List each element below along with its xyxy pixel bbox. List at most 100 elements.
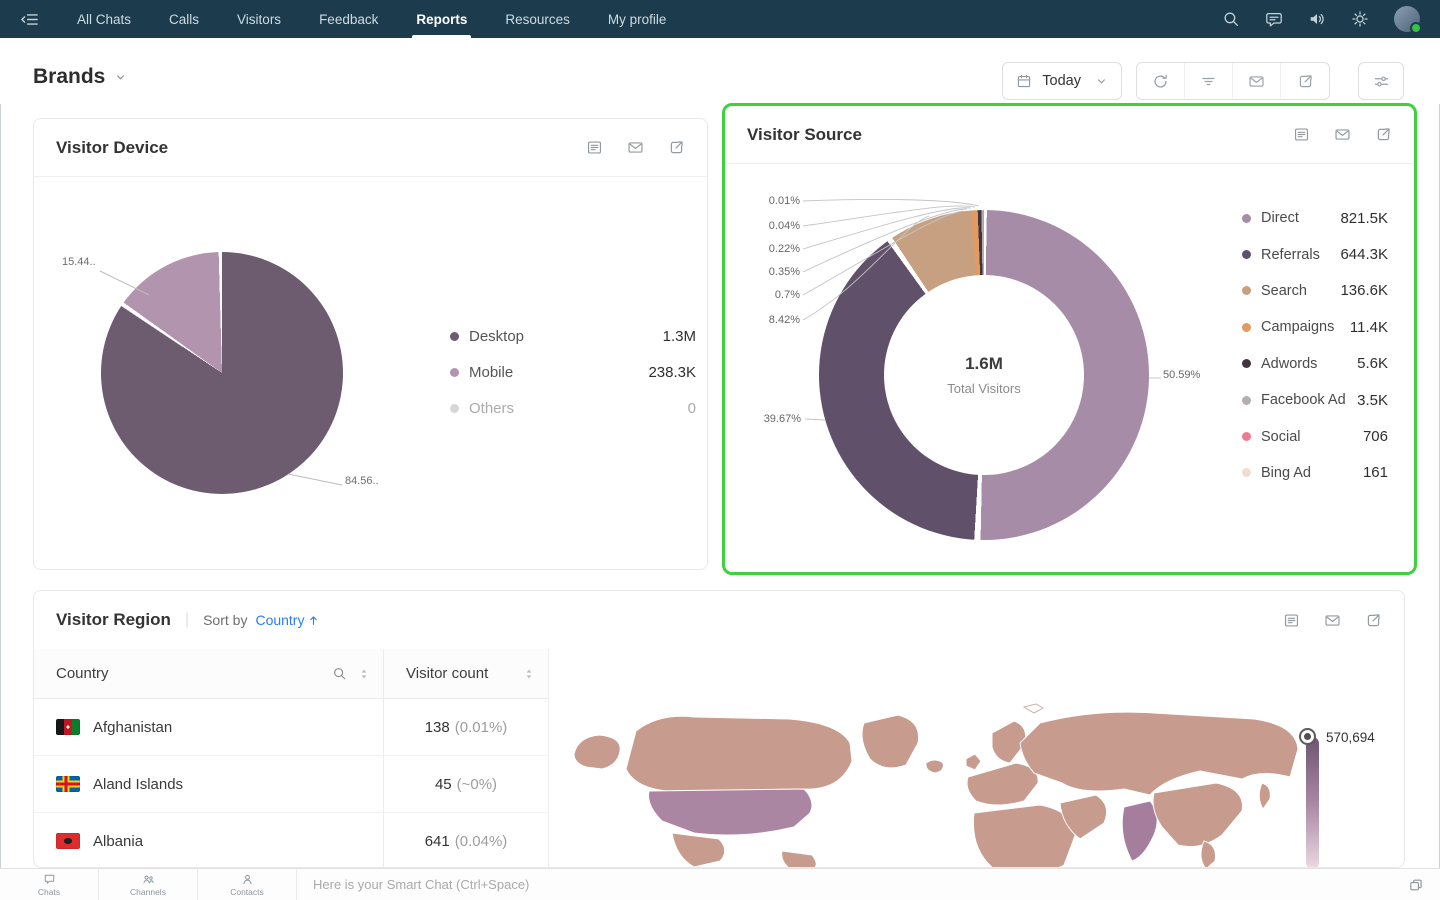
sidebar-toggle[interactable] — [0, 0, 58, 38]
legend-label: Referrals — [1261, 247, 1320, 263]
map-scale-marker[interactable] — [1299, 728, 1316, 745]
map-color-scale — [1306, 737, 1319, 868]
visitor-source-card-selected: Visitor Source 1.6M Total Visitors — [722, 103, 1417, 575]
legend-dot — [1242, 286, 1251, 295]
country-name: Aland Islands — [93, 776, 183, 793]
list-icon[interactable] — [1283, 612, 1300, 629]
legend-item-desktop[interactable]: Desktop 1.3M — [450, 318, 696, 354]
nav-item-my-profile[interactable]: My profile — [589, 0, 686, 38]
column-header-country[interactable]: Country — [34, 649, 384, 698]
nav-item-visitors[interactable]: Visitors — [218, 0, 300, 38]
country-name: Albania — [93, 833, 143, 850]
donut-callout: 0.35% — [756, 266, 800, 278]
refresh-button[interactable] — [1137, 63, 1185, 99]
sort-icon[interactable] — [522, 667, 536, 681]
nav-item-feedback[interactable]: Feedback — [300, 0, 397, 38]
people-icon — [142, 873, 155, 886]
date-filter-label: Today — [1042, 73, 1081, 89]
mail-icon[interactable] — [1324, 612, 1341, 629]
settings-gear-icon[interactable] — [1351, 10, 1369, 28]
legend-dot — [1242, 468, 1251, 477]
albania-flag-icon — [56, 833, 80, 849]
chevron-down-icon — [1095, 75, 1108, 88]
count-value: 641 — [425, 833, 450, 850]
donut-center: 1.6M Total Visitors — [884, 275, 1084, 475]
sort-field-link[interactable]: Country — [255, 612, 320, 628]
legend-value: 821.5K — [1340, 210, 1388, 227]
legend-item-facebook-ad[interactable]: Facebook Ad 3.5K — [1242, 382, 1388, 418]
legend-dot — [450, 404, 459, 413]
nav-item-reports[interactable]: Reports — [397, 0, 486, 38]
donut-callout-direct: 50.59% — [1163, 369, 1207, 381]
device-legend: Desktop 1.3M Mobile 238.3K Others 0 — [450, 318, 696, 426]
date-filter-button[interactable]: Today — [1002, 62, 1122, 100]
legend-item-bing-ad[interactable]: Bing Ad 161 — [1242, 455, 1388, 491]
card-actions — [1283, 612, 1382, 629]
nav-item-resources[interactable]: Resources — [486, 0, 589, 38]
sort-icon[interactable] — [357, 667, 371, 681]
legend-label: Social — [1261, 429, 1301, 445]
nav-item-all-chats[interactable]: All Chats — [58, 0, 150, 38]
legend-label: Mobile — [469, 364, 513, 381]
table-row-albania[interactable]: Albania 641 (0.04%) — [34, 813, 549, 868]
legend-item-social[interactable]: Social 706 — [1242, 418, 1388, 454]
tab-channels[interactable]: Channels — [99, 869, 198, 900]
legend-item-campaigns[interactable]: Campaigns 11.4K — [1242, 309, 1388, 345]
user-avatar[interactable] — [1394, 6, 1420, 32]
legend-item-mobile[interactable]: Mobile 238.3K — [450, 354, 696, 390]
map-scale-max-value: 570,694 — [1326, 730, 1375, 745]
legend-item-direct[interactable]: Direct 821.5K — [1242, 200, 1388, 236]
feedback-icon[interactable] — [1265, 10, 1283, 28]
open-in-new-icon[interactable] — [1365, 612, 1382, 629]
tab-contacts[interactable]: Contacts — [198, 869, 297, 900]
list-icon[interactable] — [1293, 126, 1310, 143]
table-row-aland-islands[interactable]: Aland Islands 45 (~0%) — [34, 756, 549, 813]
menu-collapse-icon — [20, 10, 39, 29]
donut-callout: 0.04% — [756, 220, 800, 232]
column-header-visitor-count[interactable]: Visitor count — [384, 649, 549, 698]
country-cell: Afghanistan — [34, 699, 384, 755]
legend-value: 5.6K — [1357, 355, 1388, 372]
nav-item-calls[interactable]: Calls — [150, 0, 218, 38]
filter-button[interactable] — [1185, 63, 1233, 99]
chat-icon — [43, 873, 56, 886]
brands-dropdown[interactable]: Brands — [33, 65, 127, 89]
mail-icon[interactable] — [627, 139, 644, 156]
email-report-button[interactable] — [1233, 63, 1281, 99]
open-in-new-icon[interactable] — [668, 139, 685, 156]
volume-icon[interactable] — [1308, 10, 1326, 28]
tab-label: Channels — [130, 887, 166, 897]
count-percent: (~0%) — [457, 776, 497, 793]
legend-item-referrals[interactable]: Referrals 644.3K — [1242, 236, 1388, 272]
top-navbar: All Chats Calls Visitors Feedback Report… — [0, 0, 1440, 38]
legend-item-others[interactable]: Others 0 — [450, 390, 696, 426]
tab-label: Contacts — [230, 887, 264, 897]
count-value: 45 — [435, 776, 452, 793]
search-icon[interactable] — [332, 666, 347, 681]
smart-chat-input[interactable] — [297, 869, 1392, 900]
export-button[interactable] — [1281, 63, 1329, 99]
table-row-afghanistan[interactable]: Afghanistan 138 (0.01%) — [34, 699, 549, 756]
chat-stack-button[interactable] — [1392, 869, 1440, 900]
legend-item-search[interactable]: Search 136.6K — [1242, 273, 1388, 309]
device-pie-chart[interactable] — [101, 252, 343, 494]
count-percent: (0.04%) — [455, 833, 508, 850]
legend-dot — [1242, 359, 1251, 368]
main-nav: All Chats Calls Visitors Feedback Report… — [58, 0, 685, 38]
mail-icon[interactable] — [1334, 126, 1351, 143]
search-icon[interactable] — [1222, 10, 1240, 28]
sort-field-value: Country — [255, 612, 304, 628]
legend-value: 0 — [688, 400, 696, 417]
column-label: Visitor count — [406, 665, 488, 682]
legend-value: 706 — [1363, 428, 1388, 445]
chat-stack-icon — [1408, 877, 1424, 893]
customize-button[interactable] — [1358, 62, 1404, 100]
list-icon[interactable] — [586, 139, 603, 156]
legend-dot — [1242, 250, 1251, 259]
legend-item-adwords[interactable]: Adwords 5.6K — [1242, 346, 1388, 382]
legend-label: Desktop — [469, 328, 524, 345]
open-in-new-icon[interactable] — [1375, 126, 1392, 143]
tab-chats[interactable]: Chats — [0, 869, 99, 900]
navbar-actions — [1222, 0, 1440, 38]
sliders-icon — [1373, 73, 1390, 90]
